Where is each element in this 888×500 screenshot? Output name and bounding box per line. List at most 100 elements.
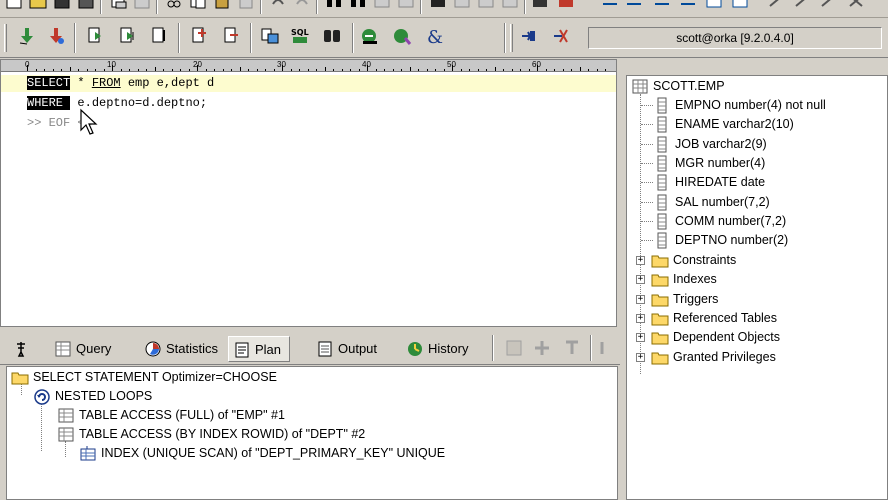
print-icon[interactable] bbox=[108, 0, 128, 14]
describe-all-icon[interactable] bbox=[392, 26, 412, 46]
expand-toggle[interactable]: + bbox=[636, 256, 645, 265]
column-icon bbox=[657, 213, 667, 230]
ruler-tick bbox=[146, 69, 147, 71]
find-icon[interactable] bbox=[324, 0, 344, 14]
redo-icon[interactable] bbox=[292, 0, 312, 14]
describe-icon[interactable] bbox=[360, 26, 380, 46]
ruler-tick bbox=[78, 69, 79, 71]
first-record-icon[interactable] bbox=[86, 26, 106, 46]
find-next-icon[interactable] bbox=[348, 0, 368, 14]
indent-icon[interactable] bbox=[600, 0, 620, 14]
ruler-tick bbox=[503, 69, 504, 71]
tree-view-icon[interactable] bbox=[562, 338, 582, 358]
explain-plan-icon[interactable] bbox=[260, 26, 280, 46]
bookmark-prev-icon[interactable] bbox=[476, 0, 496, 14]
close-window-icon[interactable] bbox=[846, 0, 866, 14]
bind-variable-icon[interactable]: & bbox=[424, 26, 444, 46]
execute-script-icon[interactable] bbox=[46, 26, 66, 46]
code-line-2[interactable]: WHERE e.deptno=d.deptno; bbox=[27, 95, 207, 112]
ruler-tick bbox=[248, 69, 249, 71]
ruler-tick bbox=[61, 69, 62, 71]
bookmark-clear-icon[interactable] bbox=[500, 0, 520, 14]
expand-toggle[interactable]: + bbox=[636, 333, 645, 343]
ruler-tick bbox=[214, 69, 215, 71]
expand-all-icon[interactable] bbox=[532, 338, 552, 358]
outdent-icon[interactable] bbox=[624, 0, 644, 14]
mouse-cursor-icon bbox=[80, 108, 98, 135]
ruler-tick bbox=[418, 69, 419, 71]
save-all-icon[interactable] bbox=[76, 0, 96, 14]
new-icon[interactable] bbox=[4, 0, 24, 14]
ruler-tick bbox=[562, 69, 564, 71]
loop-icon bbox=[34, 389, 50, 405]
connection-label[interactable]: scott@orka [9.2.0.4.0] bbox=[588, 27, 882, 49]
sql-editor[interactable]: 0 10 20 30 40 50 60 SELECT * FROM emp e,… bbox=[0, 59, 617, 327]
open-icon[interactable] bbox=[28, 0, 48, 14]
connect-icon[interactable] bbox=[530, 0, 550, 14]
expand-toggle[interactable]: + bbox=[636, 275, 645, 285]
bookmark-next-icon[interactable] bbox=[452, 0, 472, 14]
tab-statistics[interactable]: Statistics bbox=[140, 336, 226, 362]
uncomment-icon[interactable] bbox=[678, 0, 698, 14]
first-page-icon[interactable] bbox=[598, 338, 618, 358]
copy-icon[interactable] bbox=[188, 0, 208, 14]
wizard-2-icon[interactable] bbox=[792, 0, 812, 14]
next-record-icon[interactable] bbox=[118, 26, 138, 46]
expand-toggle[interactable]: + bbox=[636, 313, 645, 323]
ruler-tick bbox=[324, 67, 326, 71]
wizard-icon[interactable] bbox=[766, 0, 786, 14]
disconnect-session-icon[interactable] bbox=[550, 26, 570, 46]
preview-icon[interactable] bbox=[132, 0, 152, 14]
tab-query[interactable]: Query bbox=[50, 336, 119, 362]
disconnect-icon[interactable] bbox=[556, 0, 576, 14]
ruler-tick bbox=[282, 65, 283, 71]
output-icon bbox=[318, 341, 332, 357]
tab-history[interactable]: History bbox=[402, 336, 476, 362]
paste-icon[interactable] bbox=[212, 0, 232, 14]
replace-icon[interactable] bbox=[372, 0, 392, 14]
folder-icon bbox=[651, 313, 669, 326]
tab-pin[interactable] bbox=[8, 336, 38, 362]
upper-case-icon[interactable] bbox=[704, 0, 724, 14]
commit-icon[interactable] bbox=[190, 26, 210, 46]
ruler-tick bbox=[180, 69, 181, 71]
sql-editor-icon[interactable]: SQL bbox=[290, 26, 310, 46]
ruler-tick bbox=[443, 69, 445, 71]
ruler: 0 10 20 30 40 50 60 bbox=[1, 60, 616, 72]
ruler-tick bbox=[205, 69, 207, 71]
explain-plan-tree: SELECT STATEMENT Optimizer=CHOOSE NESTED… bbox=[6, 366, 618, 500]
execute-icon[interactable] bbox=[17, 26, 37, 46]
ruler-tick bbox=[350, 69, 351, 71]
undo-icon[interactable] bbox=[268, 0, 288, 14]
tab-plan[interactable]: Plan bbox=[228, 336, 291, 362]
ruler-tick bbox=[120, 69, 122, 71]
rollback-icon[interactable] bbox=[222, 26, 242, 46]
binoculars-icon[interactable] bbox=[322, 26, 342, 46]
ruler-tick bbox=[494, 67, 496, 71]
bookmark-icon[interactable] bbox=[428, 0, 448, 14]
ruler-tick bbox=[69, 67, 71, 71]
new-connection-icon[interactable] bbox=[518, 26, 538, 46]
save-icon[interactable] bbox=[52, 0, 72, 14]
collapse-all-icon[interactable] bbox=[504, 338, 524, 358]
ruler-tick bbox=[52, 69, 54, 71]
ruler-tick bbox=[367, 65, 368, 71]
last-record-icon[interactable] bbox=[150, 26, 170, 46]
wizard-3-icon[interactable] bbox=[818, 0, 838, 14]
tab-output[interactable]: Output bbox=[312, 336, 385, 362]
comment-icon[interactable] bbox=[652, 0, 672, 14]
goto-icon[interactable] bbox=[396, 0, 416, 14]
ruler-tick bbox=[435, 69, 436, 71]
ruler-tick bbox=[307, 69, 309, 71]
lower-case-icon[interactable] bbox=[730, 0, 750, 14]
sql-toolbar: SQL & scott@orka [9.2.0.4.0] bbox=[0, 19, 888, 58]
expand-toggle[interactable]: + bbox=[636, 294, 645, 304]
paste-special-icon[interactable] bbox=[236, 0, 256, 14]
plan-icon bbox=[235, 342, 249, 358]
expand-toggle[interactable]: + bbox=[636, 352, 645, 362]
code-line-1[interactable]: SELECT * FROM emp e,dept d bbox=[27, 75, 214, 92]
ruler-tick bbox=[129, 69, 130, 71]
ruler-tick bbox=[44, 69, 45, 71]
cut-icon[interactable] bbox=[164, 0, 184, 14]
ruler-tick bbox=[27, 65, 28, 71]
